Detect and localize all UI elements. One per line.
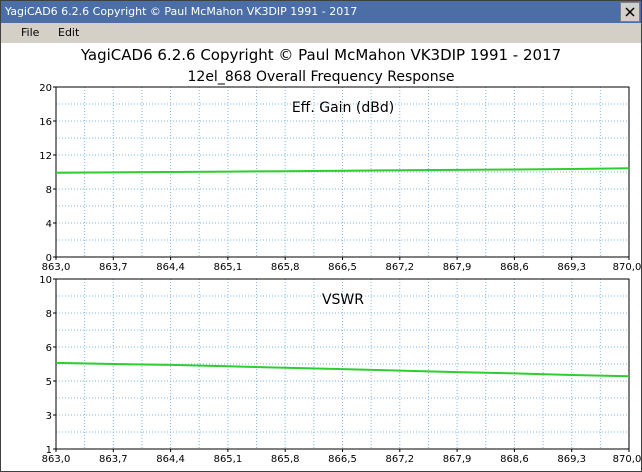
x-tick-label: 870,0 bbox=[613, 262, 641, 273]
plot-header-title: YagiCAD6 6.2.6 Copyright © Paul McMahon … bbox=[80, 46, 561, 64]
chart-title: Eff. Gain (dBd) bbox=[292, 100, 394, 116]
x-tick-label: 865,8 bbox=[271, 262, 300, 273]
plot-header-subtitle: 12el_868 Overall Frequency Response bbox=[188, 69, 455, 85]
x-tick-label: 867,2 bbox=[385, 454, 414, 465]
x-tick-label: 870,0 bbox=[613, 454, 641, 465]
x-tick-label: 865,8 bbox=[271, 454, 300, 465]
x-tick-label: 868,6 bbox=[500, 262, 529, 273]
y-tick-label: 20 bbox=[39, 83, 52, 94]
x-tick-label: 866,5 bbox=[328, 454, 357, 465]
window-title: YagiCAD6 6.2.6 Copyright © Paul McMahon … bbox=[5, 5, 358, 18]
chart-title: VSWR bbox=[322, 292, 364, 308]
title-bar[interactable]: YagiCAD6 6.2.6 Copyright © Paul McMahon … bbox=[1, 1, 641, 23]
y-tick-label: 6 bbox=[46, 343, 52, 354]
y-tick-label: 5 bbox=[46, 377, 52, 388]
main-window: YagiCAD6 6.2.6 Copyright © Paul McMahon … bbox=[0, 0, 642, 472]
x-tick-label: 863,0 bbox=[42, 454, 71, 465]
x-tick-label: 864,4 bbox=[156, 454, 185, 465]
y-tick-label: 8 bbox=[46, 309, 52, 320]
y-tick-label: 4 bbox=[46, 219, 52, 230]
x-tick-label: 864,4 bbox=[156, 262, 185, 273]
close-button[interactable] bbox=[620, 2, 640, 22]
x-tick-label: 868,6 bbox=[500, 454, 529, 465]
x-tick-label: 865,1 bbox=[214, 454, 243, 465]
gain-chart: Eff. Gain (dBd) 048121620863,0 863,7 864,4… bbox=[39, 83, 641, 273]
x-tick-label: 865,1 bbox=[214, 262, 243, 273]
x-tick-label: 866,5 bbox=[328, 262, 357, 273]
y-tick-label: 3 bbox=[46, 411, 52, 422]
vswr-chart: VSWR 1356810863,0 863,7 864,4 865,1 865,8 866… bbox=[39, 275, 641, 465]
plot-area: YagiCAD6 6.2.6 Copyright © Paul McMahon … bbox=[39, 46, 641, 465]
y-tick-label: 16 bbox=[39, 117, 52, 128]
menu-file[interactable]: File bbox=[21, 26, 39, 39]
x-tick-label: 863,0 bbox=[42, 262, 71, 273]
y-tick-label: 12 bbox=[39, 151, 52, 162]
menu-edit[interactable]: Edit bbox=[58, 26, 79, 39]
x-tick-label: 863,7 bbox=[99, 454, 128, 465]
x-tick-label: 867,2 bbox=[385, 262, 414, 273]
x-tick-label: 869,3 bbox=[557, 262, 586, 273]
x-tick-label: 867,9 bbox=[443, 262, 472, 273]
x-tick-label: 863,7 bbox=[99, 262, 128, 273]
x-tick-label: 867,9 bbox=[443, 454, 472, 465]
close-icon bbox=[625, 7, 635, 17]
y-tick-label: 10 bbox=[39, 275, 52, 286]
x-tick-label: 869,3 bbox=[557, 454, 586, 465]
y-tick-label: 8 bbox=[46, 185, 52, 196]
menu-bar: File Edit bbox=[1, 23, 641, 43]
